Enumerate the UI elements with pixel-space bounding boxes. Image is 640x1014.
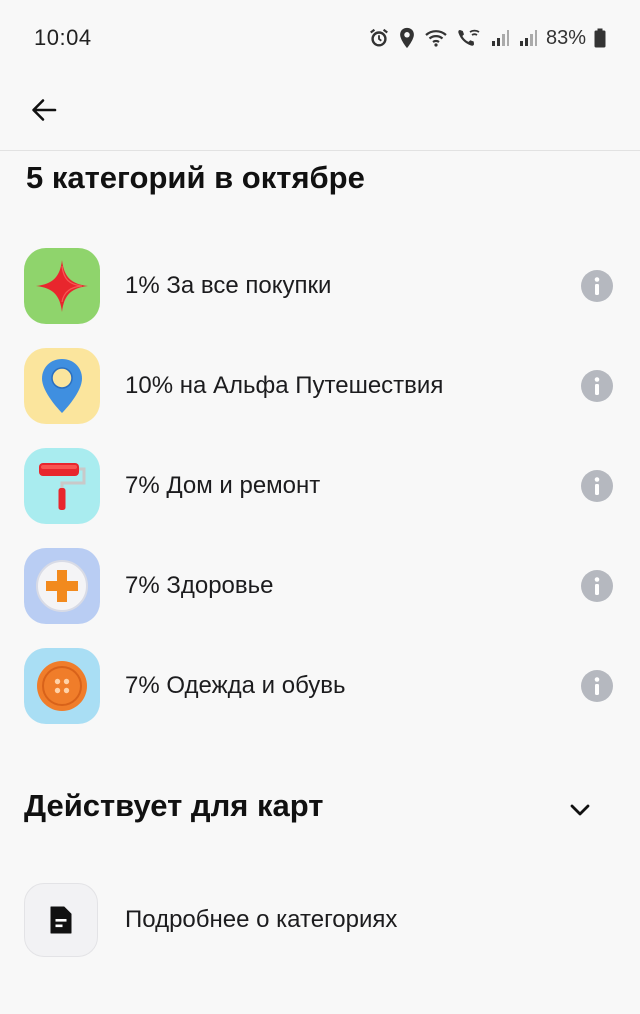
category-icon-tile xyxy=(24,448,100,524)
more-about-categories-label: Подробнее о категориях xyxy=(125,906,398,933)
category-label: 7% Дом и ремонт xyxy=(125,472,321,499)
info-button[interactable] xyxy=(581,370,613,402)
category-icon-tile xyxy=(24,648,100,724)
info-button[interactable] xyxy=(581,270,613,302)
document-icon-tile xyxy=(24,883,98,957)
info-icon xyxy=(594,277,600,295)
more-about-categories-link[interactable]: Подробнее о категориях xyxy=(0,880,640,960)
info-icon xyxy=(594,477,600,495)
expand-cards-button[interactable] xyxy=(560,790,600,830)
cards-section-title: Действует для карт xyxy=(24,788,324,823)
status-icons: 83% xyxy=(368,27,606,50)
battery-level: 83% xyxy=(545,26,586,49)
signal-icon-2 xyxy=(518,28,538,48)
category-item-clothing[interactable]: 7% Одежда и обувь xyxy=(0,636,640,736)
categories-title: 5 категорий в октябре xyxy=(26,160,365,195)
signal-icon xyxy=(490,28,510,48)
category-label: 1% За все покупки xyxy=(125,272,332,299)
alarm-icon xyxy=(368,27,390,49)
back-button[interactable] xyxy=(22,88,66,132)
status-bar: 10:04 83% xyxy=(0,0,640,76)
category-item-health[interactable]: 7% Здоровье xyxy=(0,536,640,636)
location-icon xyxy=(398,27,416,49)
star-icon xyxy=(36,260,88,312)
paint-roller-icon xyxy=(39,463,86,510)
category-icon-tile xyxy=(24,348,100,424)
toolbar xyxy=(0,76,640,151)
category-list: 1% За все покупки 10% на Альфа Путешеств… xyxy=(0,236,640,736)
info-icon xyxy=(594,677,600,695)
category-item-all-purchases[interactable]: 1% За все покупки xyxy=(0,236,640,336)
document-icon xyxy=(50,906,72,934)
wifi-icon xyxy=(424,28,448,48)
category-item-home-repair[interactable]: 7% Дом и ремонт xyxy=(0,436,640,536)
medical-cross-icon xyxy=(36,560,88,612)
category-label: 10% на Альфа Путешествия xyxy=(125,372,444,399)
arrow-left-icon xyxy=(32,99,57,121)
info-icon xyxy=(594,377,600,395)
status-time: 10:04 xyxy=(34,25,92,50)
category-item-travel[interactable]: 10% на Альфа Путешествия xyxy=(0,336,640,436)
category-label: 7% Здоровье xyxy=(125,572,274,599)
button-icon xyxy=(37,661,87,711)
info-button[interactable] xyxy=(581,670,613,702)
category-icon-tile xyxy=(24,548,100,624)
battery-icon xyxy=(594,28,606,48)
category-icon-tile xyxy=(24,248,100,324)
info-icon xyxy=(594,577,600,595)
wifi-call-icon xyxy=(456,27,482,49)
info-button[interactable] xyxy=(581,570,613,602)
map-pin-icon xyxy=(42,359,82,413)
category-label: 7% Одежда и обувь xyxy=(125,672,346,699)
chevron-down-icon xyxy=(570,804,590,816)
info-button[interactable] xyxy=(581,470,613,502)
